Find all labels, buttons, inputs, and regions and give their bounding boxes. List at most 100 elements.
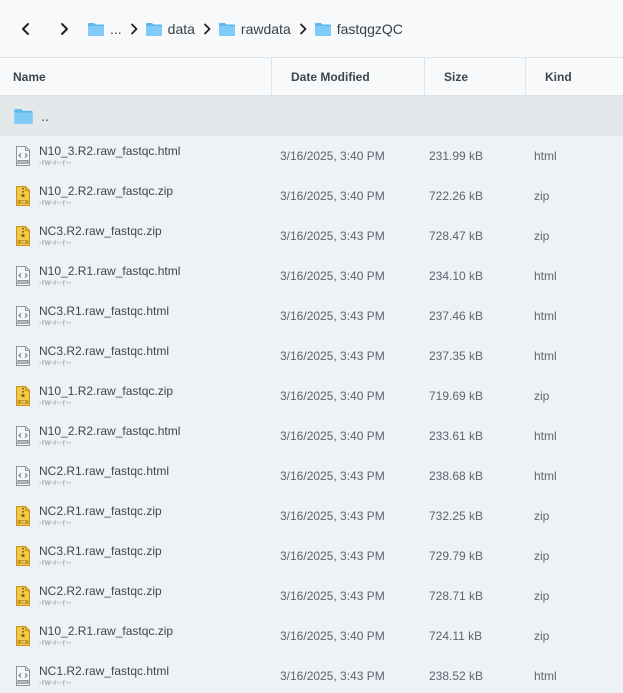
file-permissions: -rw-r--r-- xyxy=(39,398,72,407)
breadcrumb-separator xyxy=(122,0,146,57)
file-name: N10_2.R1.raw_fastqc.html xyxy=(39,264,181,278)
file-row[interactable]: ZIP NC3.R2.raw_fastqc.zip -rw-r--r-- 3/1… xyxy=(0,216,623,256)
html-file-icon: HTML xyxy=(15,666,31,686)
file-row[interactable]: ZIP N10_1.R2.raw_fastqc.zip -rw-r--r-- 3… xyxy=(0,376,623,416)
file-kind: html xyxy=(534,669,557,683)
file-name: N10_2.R2.raw_fastqc.html xyxy=(39,424,181,438)
breadcrumb-item-rawdata[interactable]: rawdata xyxy=(218,21,291,37)
file-permissions: -rw-r--r-- xyxy=(39,478,72,487)
file-date-modified: 3/16/2025, 3:40 PM xyxy=(280,629,385,643)
file-row[interactable]: ZIP NC2.R2.raw_fastqc.zip -rw-r--r-- 3/1… xyxy=(0,576,623,616)
file-row[interactable]: HTML N10_3.R2.raw_fastqc.html -rw-r--r--… xyxy=(0,136,623,176)
breadcrumb-label: fastqgzQC xyxy=(336,20,403,37)
file-row[interactable]: HTML NC3.R1.raw_fastqc.html -rw-r--r-- 3… xyxy=(0,296,623,336)
file-row[interactable]: HTML N10_2.R2.raw_fastqc.html -rw-r--r--… xyxy=(0,416,623,456)
file-kind: html xyxy=(534,469,557,483)
file-kind: zip xyxy=(534,229,550,243)
file-date-modified: 3/16/2025, 3:40 PM xyxy=(280,429,385,443)
html-file-icon: HTML xyxy=(15,346,31,366)
file-kind: html xyxy=(534,269,557,283)
file-date-modified: 3/16/2025, 3:43 PM xyxy=(280,469,385,483)
file-row[interactable]: ZIP NC2.R1.raw_fastqc.zip -rw-r--r-- 3/1… xyxy=(0,496,623,536)
zip-file-icon: ZIP xyxy=(15,186,31,206)
folder-icon xyxy=(218,22,235,36)
file-size: 237.35 kB xyxy=(429,349,484,363)
zip-file-icon: ZIP xyxy=(15,546,31,566)
file-kind: zip xyxy=(534,549,550,563)
file-date-modified: 3/16/2025, 3:40 PM xyxy=(280,269,385,283)
file-name: N10_1.R2.raw_fastqc.zip xyxy=(39,384,174,398)
file-name: N10_2.R2.raw_fastqc.zip xyxy=(39,184,174,198)
file-name: NC3.R2.raw_fastqc.zip xyxy=(39,224,162,238)
chevron-left-icon xyxy=(22,22,29,35)
file-size: 728.47 kB xyxy=(429,229,484,243)
file-name: NC2.R1.raw_fastqc.zip xyxy=(39,504,162,518)
file-name: NC1.R2.raw_fastqc.html xyxy=(39,664,170,678)
back-button[interactable] xyxy=(10,13,42,45)
toolbar: ... data rawdata fastqgzQC xyxy=(0,0,623,57)
file-permissions: -rw-r--r-- xyxy=(39,518,72,527)
file-name: N10_2.R1.raw_fastqc.zip xyxy=(39,624,174,638)
file-size: 233.61 kB xyxy=(429,429,484,443)
file-date-modified: 3/16/2025, 3:40 PM xyxy=(280,389,385,403)
folder-icon xyxy=(14,108,33,124)
file-row[interactable]: ZIP N10_2.R2.raw_fastqc.zip -rw-r--r-- 3… xyxy=(0,176,623,216)
column-header-size[interactable]: Size xyxy=(425,58,526,95)
chevron-right-icon xyxy=(130,23,138,34)
file-name: NC3.R1.raw_fastqc.html xyxy=(39,304,170,318)
file-size: 724.11 kB xyxy=(429,629,483,643)
parent-directory-row[interactable]: .. xyxy=(0,96,623,136)
file-row[interactable]: HTML N10_2.R1.raw_fastqc.html -rw-r--r--… xyxy=(0,256,623,296)
column-header-date-modified[interactable]: Date Modified xyxy=(272,58,425,95)
breadcrumb-item-data[interactable]: data xyxy=(145,21,195,37)
zip-file-icon: ZIP xyxy=(15,586,31,606)
file-size: 728.71 kB xyxy=(429,589,484,603)
file-permissions: -rw-r--r-- xyxy=(39,278,72,287)
column-header-name[interactable]: Name xyxy=(0,58,272,95)
file-row[interactable]: HTML NC2.R1.raw_fastqc.html -rw-r--r-- 3… xyxy=(0,456,623,496)
file-row[interactable]: ZIP N10_2.R1.raw_fastqc.zip -rw-r--r-- 3… xyxy=(0,616,623,656)
svg-text:HTML: HTML xyxy=(19,680,28,684)
breadcrumb-separator xyxy=(291,0,315,57)
svg-text:HTML: HTML xyxy=(19,320,28,324)
file-date-modified: 3/16/2025, 3:43 PM xyxy=(280,589,385,603)
file-permissions: -rw-r--r-- xyxy=(39,638,72,647)
html-file-icon: HTML xyxy=(15,426,31,446)
file-date-modified: 3/16/2025, 3:43 PM xyxy=(280,549,385,563)
column-header-kind[interactable]: Kind xyxy=(526,58,623,95)
file-kind: zip xyxy=(534,509,550,523)
parent-directory-label: .. xyxy=(41,108,49,124)
file-size: 729.79 kB xyxy=(429,549,484,563)
file-kind: zip xyxy=(534,189,550,203)
file-permissions: -rw-r--r-- xyxy=(39,158,72,167)
zip-file-icon: ZIP xyxy=(15,386,31,406)
file-permissions: -rw-r--r-- xyxy=(39,678,72,687)
zip-file-icon: ZIP xyxy=(15,506,31,526)
html-file-icon: HTML xyxy=(15,146,31,166)
html-file-icon: HTML xyxy=(15,266,31,286)
breadcrumb-item-fastqgzqc[interactable]: fastqgzQC xyxy=(314,20,403,37)
zip-file-icon: ZIP xyxy=(15,626,31,646)
breadcrumb-label: ... xyxy=(110,20,122,37)
breadcrumb-item-ellipsis[interactable]: ... xyxy=(88,21,122,37)
forward-button[interactable] xyxy=(48,13,80,45)
svg-text:HTML: HTML xyxy=(19,160,28,164)
file-kind: zip xyxy=(534,389,550,403)
file-kind: html xyxy=(534,149,557,163)
file-permissions: -rw-r--r-- xyxy=(39,598,72,607)
chevron-right-icon xyxy=(61,22,68,35)
svg-text:ZIP: ZIP xyxy=(20,600,25,604)
file-row[interactable]: HTML NC3.R2.raw_fastqc.html -rw-r--r-- 3… xyxy=(0,336,623,376)
file-date-modified: 3/16/2025, 3:43 PM xyxy=(280,509,385,523)
svg-text:ZIP: ZIP xyxy=(20,200,25,204)
file-date-modified: 3/16/2025, 3:43 PM xyxy=(280,669,385,683)
svg-text:ZIP: ZIP xyxy=(20,560,25,564)
file-row[interactable]: ZIP NC3.R1.raw_fastqc.zip -rw-r--r-- 3/1… xyxy=(0,536,623,576)
file-name: NC3.R1.raw_fastqc.zip xyxy=(39,544,162,558)
file-kind: zip xyxy=(534,589,550,603)
file-kind: html xyxy=(534,309,557,323)
file-size: 238.52 kB xyxy=(429,669,484,683)
html-file-icon: HTML xyxy=(15,306,31,326)
file-row[interactable]: HTML NC1.R2.raw_fastqc.html -rw-r--r-- 3… xyxy=(0,656,623,693)
svg-text:ZIP: ZIP xyxy=(20,640,25,644)
